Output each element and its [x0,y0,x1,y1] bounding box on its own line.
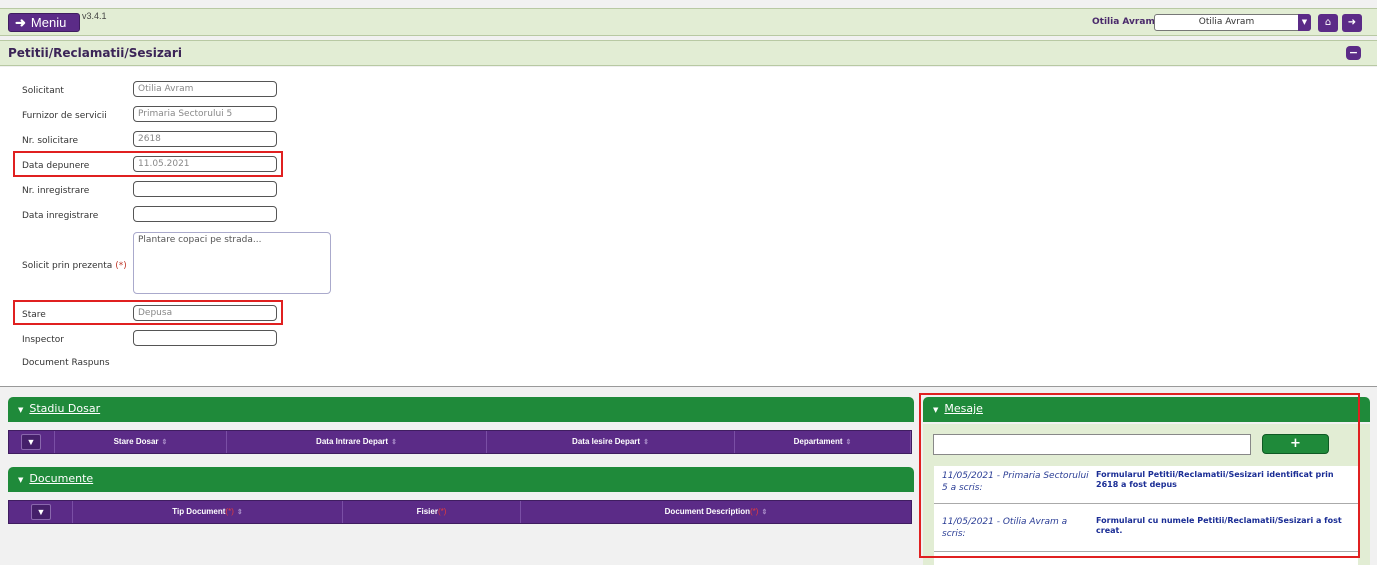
solicit-textarea[interactable]: Plantare copaci pe strada... [133,232,331,294]
filter-button[interactable]: ▼ [21,434,41,450]
col-data-iesire[interactable]: Data Iesire Depart ⇕ [487,431,735,453]
inspector-field[interactable] [133,330,277,346]
app-version: v3.4.1 [82,11,107,21]
col-fisier[interactable]: Fisier(*) [343,501,521,523]
logout-button[interactable]: ➜ [1342,14,1362,32]
data-inregistrare-label: Data inregistrare [22,211,99,221]
documente-title: ▼ Documente [18,472,94,485]
top-bar: ➜ Meniu v3.4.1 Otilia Avram Otilia Avram … [0,8,1377,36]
collapse-button[interactable]: − [1346,46,1361,60]
minus-icon: − [1348,46,1359,59]
inspector-label: Inspector [22,335,64,345]
stadiu-dosar-title: ▼ Stadiu Dosar [18,402,101,415]
filter-icon: ▼ [26,437,36,447]
home-icon: ⌂ [1324,17,1332,28]
document-raspuns-label: Document Raspuns [22,358,110,368]
furnizor-label: Furnizor de servicii [22,111,107,121]
menu-button-label: Meniu [30,15,67,30]
sort-icon: ⇕ [845,439,852,446]
sort-icon: ⇕ [236,509,243,516]
filter-icon: ▼ [36,507,46,517]
divider [0,386,1377,387]
highlight-box-data-depunere [13,151,283,177]
filter-button[interactable]: ▼ [31,504,51,520]
caret-down-icon: ▼ [18,406,24,414]
section-header: Petitii/Reclamatii/Sesizari − [0,40,1377,66]
chevron-down-icon[interactable]: ▼ [1298,14,1311,31]
sort-icon: ⇕ [643,439,649,446]
col-document-description[interactable]: Document Description(*) ⇕ [521,501,911,523]
nr-solicitare-label: Nr. solicitare [22,136,79,146]
furnizor-field[interactable]: Primaria Sectorului 5 [133,106,277,122]
arrow-right-icon: ➜ [15,15,26,30]
nr-inregistrare-label: Nr. inregistrare [22,186,90,196]
page-title: Petitii/Reclamatii/Sesizari [8,46,182,60]
nr-inregistrare-field[interactable] [133,181,277,197]
home-button[interactable]: ⌂ [1318,14,1338,32]
solicit-label: Solicit prin prezenta (*) [22,261,127,271]
col-tip-document[interactable]: Tip Document(*) ⇕ [73,501,343,523]
logout-icon: ➜ [1347,17,1357,28]
filter-cell: ▼ [9,431,55,453]
nr-solicitare-field[interactable]: 2618 [133,131,277,147]
col-stare-dosar[interactable]: Stare Dosar ⇕ [55,431,227,453]
user-select[interactable]: Otilia Avram ▼ [1154,14,1311,31]
stadiu-dosar-panel-header[interactable]: ▼ Stadiu Dosar [8,397,914,422]
sort-icon: ⇕ [391,439,397,446]
solicitant-field[interactable]: Otilia Avram [133,81,277,97]
data-inregistrare-field[interactable] [133,206,277,222]
user-select-value: Otilia Avram [1198,17,1255,27]
documente-grid-header: ▼ Tip Document(*) ⇕ Fisier(*) Document De… [8,500,912,524]
stadiu-dosar-grid-header: ▼ Stare Dosar ⇕ Data Intrare Depart ⇕ Data… [8,430,912,454]
current-user-label: Otilia Avram [1092,17,1155,27]
highlight-box-stare [13,300,283,325]
col-data-intrare[interactable]: Data Intrare Depart ⇕ [227,431,487,453]
col-departament[interactable]: Departament ⇕ [735,431,911,453]
filter-cell: ▼ [9,501,73,523]
caret-down-icon: ▼ [18,476,24,484]
required-marker: (*) [115,261,127,271]
highlight-box-mesaje [919,393,1360,558]
sort-icon: ⇕ [161,439,168,446]
solicitant-label: Solicitant [22,86,64,96]
solicit-label-text: Solicit prin prezenta [22,261,113,271]
sort-icon: ⇕ [761,509,768,516]
documente-panel-header[interactable]: ▼ Documente [8,467,914,492]
menu-button[interactable]: ➜ Meniu [8,13,80,32]
